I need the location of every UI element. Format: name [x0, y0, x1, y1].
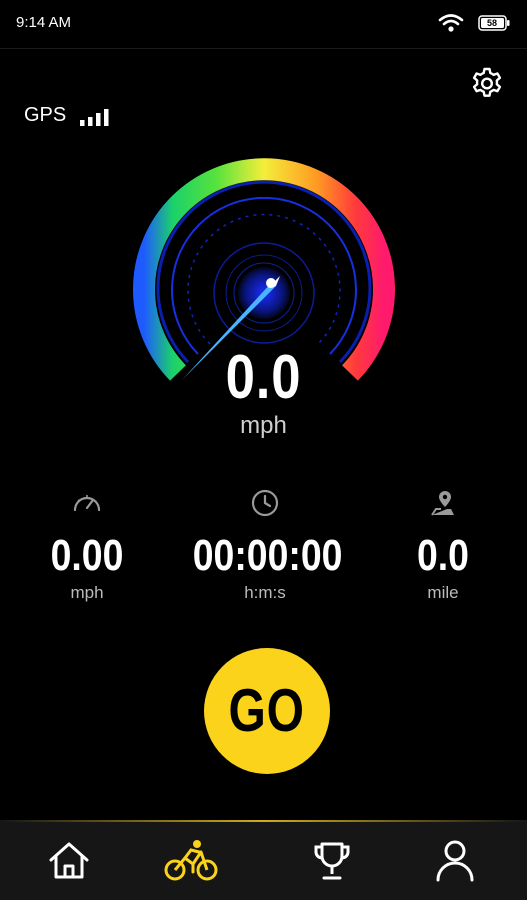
clock-icon — [251, 489, 279, 517]
gps-label: GPS — [24, 104, 67, 126]
location-pin-icon — [431, 491, 454, 516]
gear-icon[interactable] — [470, 66, 504, 100]
go-button[interactable]: GO — [204, 648, 330, 774]
speed-unit: mph — [240, 412, 287, 439]
distance-unit: mile — [427, 583, 459, 602]
wifi-icon — [438, 14, 464, 32]
status-time: 9:14 AM — [16, 14, 72, 31]
gauge-icon — [73, 495, 101, 512]
bicycle-icon[interactable] — [163, 836, 219, 886]
status-bar: 9:14 AM 58 — [0, 0, 527, 46]
stat-distance: 0.0 mile — [358, 488, 527, 603]
stat-duration: 00:00:00 h:m:s — [180, 488, 350, 603]
duration-value: 00:00:00 — [192, 531, 343, 580]
duration-unit: h:m:s — [244, 583, 286, 602]
go-button-label: GO — [228, 677, 306, 744]
gps-signal-icon — [80, 109, 109, 126]
distance-value: 0.0 — [416, 531, 469, 580]
tab-bar-highlight — [0, 820, 527, 822]
avg-speed-value: 0.00 — [50, 531, 124, 580]
profile-icon[interactable] — [430, 836, 480, 886]
battery-level: 58 — [486, 18, 497, 28]
current-speed: 0.0 — [225, 343, 302, 412]
home-icon[interactable] — [44, 836, 94, 886]
stat-avg-speed: 0.00 mph — [2, 488, 172, 603]
trophy-icon[interactable] — [307, 836, 357, 886]
avg-speed-unit: mph — [70, 583, 104, 602]
status-divider — [0, 48, 527, 49]
